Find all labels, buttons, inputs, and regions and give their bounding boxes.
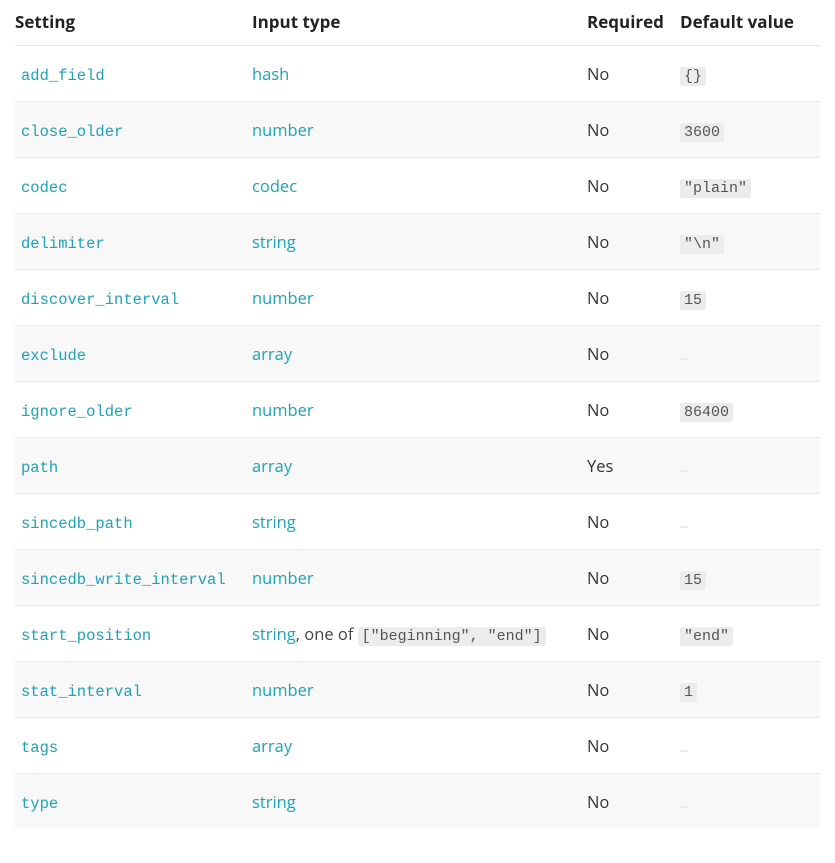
- header-default: Default value: [680, 10, 820, 33]
- type-link[interactable]: string: [252, 230, 296, 253]
- type-link[interactable]: string: [252, 510, 296, 533]
- type-link[interactable]: array: [252, 734, 292, 757]
- table-row: codec codec No"plain": [15, 157, 820, 213]
- table-row: close_older number No3600: [15, 101, 820, 157]
- type-link[interactable]: string: [252, 622, 296, 645]
- table-row: path array Yes: [15, 437, 820, 493]
- required-cell: No: [587, 230, 680, 253]
- setting-link[interactable]: discover_interval: [21, 291, 179, 309]
- type-link[interactable]: array: [252, 342, 292, 365]
- default-value-code: [680, 806, 688, 808]
- table-row: ignore_older number No86400: [15, 381, 820, 437]
- table-row: discover_interval number No15: [15, 269, 820, 325]
- setting-link[interactable]: codec: [21, 179, 68, 197]
- default-value-code: {}: [680, 67, 706, 86]
- default-value-code: [680, 526, 688, 528]
- type-link[interactable]: array: [252, 454, 292, 477]
- default-value-code: "\n": [680, 235, 724, 254]
- setting-link[interactable]: path: [21, 459, 58, 477]
- default-value-code: 86400: [680, 403, 733, 422]
- type-link[interactable]: number: [252, 118, 314, 141]
- setting-link[interactable]: type: [21, 795, 58, 813]
- setting-link[interactable]: add_field: [21, 67, 105, 85]
- required-cell: No: [587, 790, 680, 813]
- required-cell: No: [587, 734, 680, 757]
- table-row: add_field hash No{}: [15, 45, 820, 101]
- default-value-code: [680, 750, 688, 752]
- table-row: tags array No: [15, 717, 820, 773]
- type-enum-code: ["beginning", "end"]: [358, 627, 546, 646]
- default-value-code: "end": [680, 627, 733, 646]
- default-value-code: [680, 470, 688, 472]
- required-cell: No: [587, 398, 680, 421]
- setting-link[interactable]: exclude: [21, 347, 86, 365]
- type-link[interactable]: codec: [252, 174, 297, 197]
- setting-link[interactable]: tags: [21, 739, 58, 757]
- type-link[interactable]: string: [252, 790, 296, 813]
- setting-link[interactable]: start_position: [21, 627, 151, 645]
- table-row: sincedb_write_interval number No15: [15, 549, 820, 605]
- setting-link[interactable]: close_older: [21, 123, 123, 141]
- type-link[interactable]: number: [252, 398, 314, 421]
- setting-link[interactable]: sincedb_path: [21, 515, 133, 533]
- default-value-code: 15: [680, 291, 706, 310]
- table-row: start_position string, one of ["beginning…: [15, 605, 820, 661]
- required-cell: No: [587, 622, 680, 645]
- setting-link[interactable]: sincedb_write_interval: [21, 571, 226, 589]
- settings-table: Setting Input type Required Default valu…: [0, 0, 835, 829]
- default-value-code: 3600: [680, 123, 724, 142]
- table-row: sincedb_path string No: [15, 493, 820, 549]
- required-cell: No: [587, 678, 680, 701]
- table-row: type string No: [15, 773, 820, 829]
- default-value-code: 1: [680, 683, 697, 702]
- type-link[interactable]: hash: [252, 62, 289, 85]
- table-row: stat_interval number No1: [15, 661, 820, 717]
- required-cell: No: [587, 286, 680, 309]
- setting-link[interactable]: ignore_older: [21, 403, 133, 421]
- table-row: delimiter string No"\n": [15, 213, 820, 269]
- header-type: Input type: [252, 10, 587, 33]
- default-value-code: 15: [680, 571, 706, 590]
- setting-link[interactable]: stat_interval: [21, 683, 142, 701]
- required-cell: No: [587, 342, 680, 365]
- type-link[interactable]: number: [252, 678, 314, 701]
- type-suffix: , one of: [296, 622, 358, 645]
- setting-link[interactable]: delimiter: [21, 235, 105, 253]
- required-cell: Yes: [587, 454, 680, 477]
- type-link[interactable]: number: [252, 566, 314, 589]
- default-value-code: "plain": [680, 179, 751, 198]
- required-cell: No: [587, 510, 680, 533]
- table-header-row: Setting Input type Required Default valu…: [15, 0, 820, 45]
- required-cell: No: [587, 566, 680, 589]
- header-required: Required: [587, 10, 680, 33]
- type-link[interactable]: number: [252, 286, 314, 309]
- default-value-code: [680, 358, 688, 360]
- header-setting: Setting: [15, 10, 252, 33]
- required-cell: No: [587, 62, 680, 85]
- required-cell: No: [587, 174, 680, 197]
- table-row: exclude array No: [15, 325, 820, 381]
- required-cell: No: [587, 118, 680, 141]
